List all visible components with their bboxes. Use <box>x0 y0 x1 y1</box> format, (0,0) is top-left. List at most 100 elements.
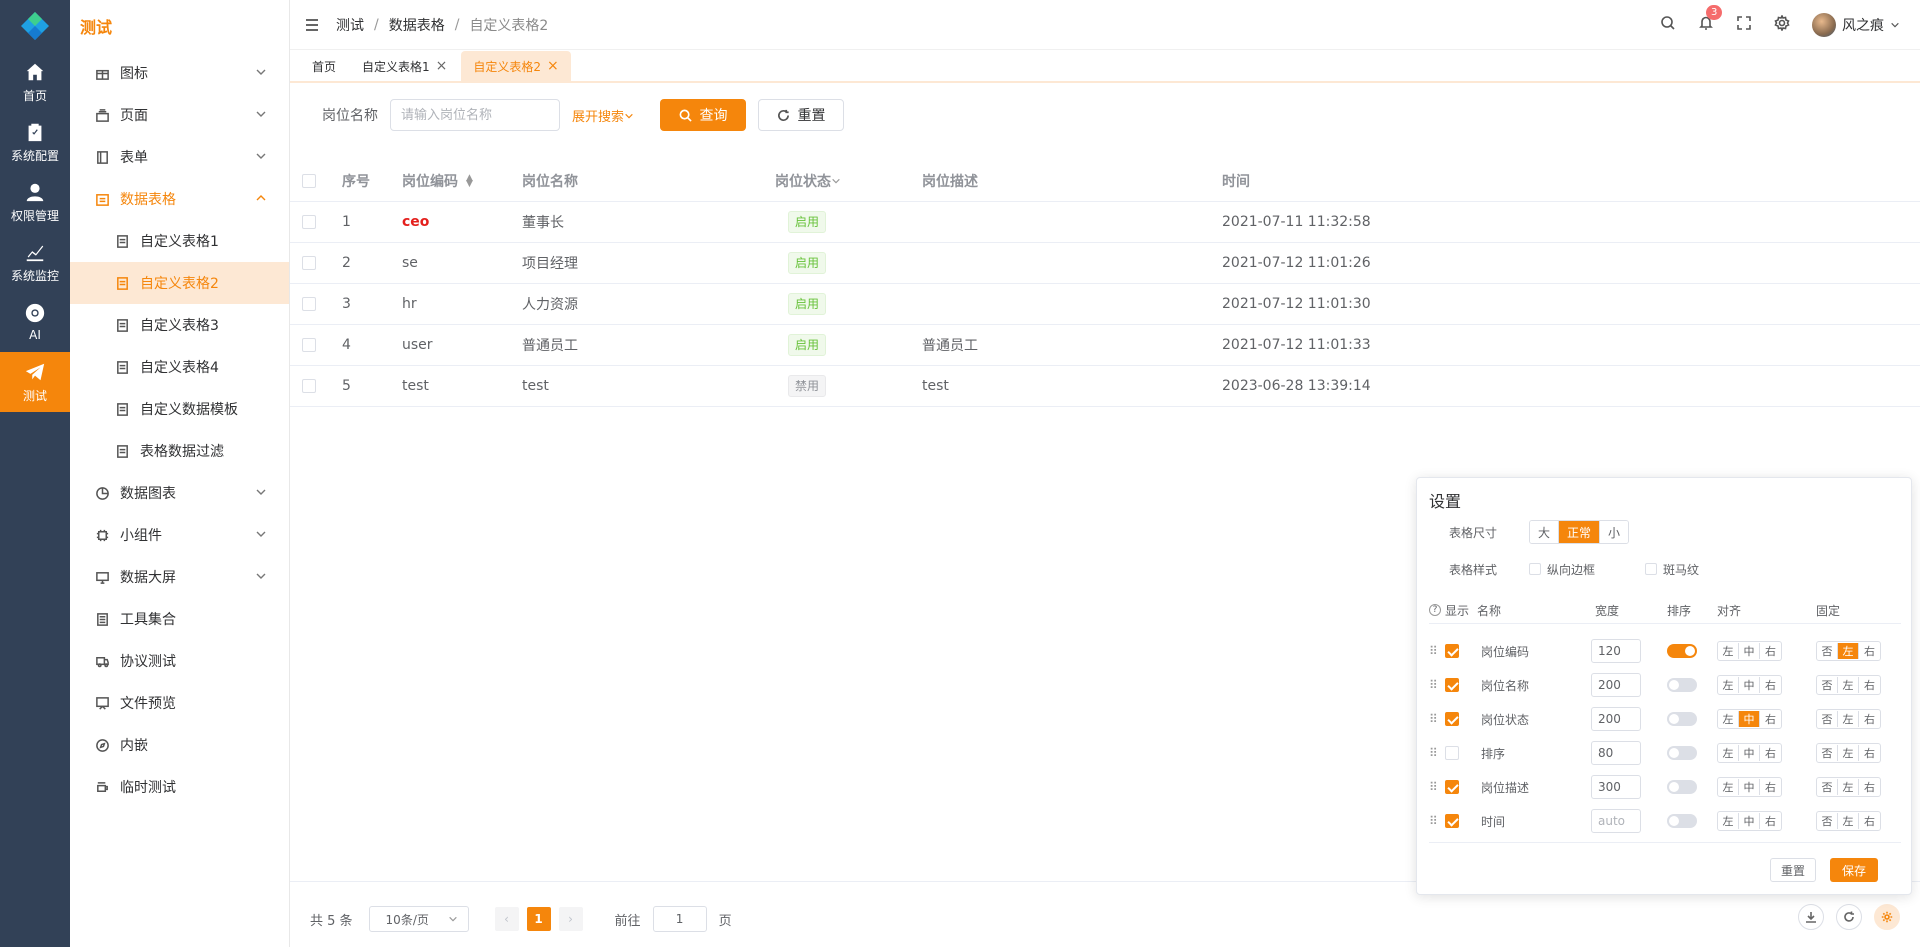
show-column-checkbox[interactable] <box>1445 678 1459 692</box>
size-option-normal[interactable]: 正常 <box>1559 521 1601 543</box>
align-right-option[interactable]: 右 <box>1760 711 1781 727</box>
align-left-option[interactable]: 左 <box>1718 677 1739 693</box>
drag-handle-icon[interactable]: ⠿ <box>1429 707 1438 731</box>
table-row[interactable]: 2 se 项目经理 启用 2021-07-12 11:01:26 <box>290 243 1920 284</box>
rail-item-system-config[interactable]: 系统配置 <box>0 112 70 172</box>
stripe-checkbox[interactable]: 斑马纹 <box>1645 561 1699 578</box>
column-width-input[interactable]: 200 <box>1591 673 1641 697</box>
close-icon[interactable]: × <box>547 59 559 73</box>
column-width-input[interactable]: 300 <box>1591 775 1641 799</box>
sort-icon[interactable]: ▲ ▼ <box>466 173 473 188</box>
gear-icon[interactable] <box>1774 14 1790 35</box>
menu-item-tools[interactable]: 工具集合 <box>70 598 289 640</box>
rail-item-permission[interactable]: 权限管理 <box>0 172 70 232</box>
align-right-option[interactable]: 右 <box>1760 779 1781 795</box>
sortable-toggle[interactable] <box>1667 814 1697 828</box>
fixed-left-option[interactable]: 左 <box>1838 745 1859 761</box>
drag-handle-icon[interactable]: ⠿ <box>1429 775 1438 799</box>
expand-search-link[interactable]: 展开搜索 <box>572 106 634 125</box>
menu-item-widgets[interactable]: 小组件 <box>70 514 289 556</box>
fixed-right-option[interactable]: 右 <box>1859 643 1880 659</box>
refresh-button[interactable] <box>1836 904 1862 930</box>
col-header-code[interactable]: 岗位编码 ▲ ▼ <box>402 160 473 201</box>
menu-item-data-screen[interactable]: 数据大屏 <box>70 556 289 598</box>
menu-item-custom-table-4[interactable]: 自定义表格4 <box>70 346 289 388</box>
download-button[interactable] <box>1798 904 1824 930</box>
table-row[interactable]: 5 test test 禁用 test 2023-06-28 13:39:14 <box>290 366 1920 407</box>
fixed-none-option[interactable]: 否 <box>1817 813 1838 829</box>
menu-item-embed[interactable]: 内嵌 <box>70 724 289 766</box>
fixed-left-option[interactable]: 左 <box>1838 677 1859 693</box>
show-column-checkbox[interactable] <box>1445 814 1459 828</box>
fixed-none-option[interactable]: 否 <box>1817 643 1838 659</box>
fixed-right-option[interactable]: 右 <box>1859 711 1880 727</box>
sortable-toggle[interactable] <box>1667 678 1697 692</box>
settings-reset-button[interactable]: 重置 <box>1770 858 1816 882</box>
sortable-toggle[interactable] <box>1667 780 1697 794</box>
query-button[interactable]: 查询 <box>660 99 747 131</box>
page-size-select[interactable]: 10条/页 <box>368 906 469 932</box>
fixed-none-option[interactable]: 否 <box>1817 745 1838 761</box>
row-checkbox[interactable] <box>302 325 316 365</box>
fixed-none-option[interactable]: 否 <box>1817 677 1838 693</box>
menu-item-custom-data-template[interactable]: 自定义数据模板 <box>70 388 289 430</box>
rail-item-test[interactable]: 测试 <box>0 352 70 412</box>
align-left-option[interactable]: 左 <box>1718 643 1739 659</box>
menu-item-data-table[interactable]: 数据表格 <box>70 178 289 220</box>
align-center-option[interactable]: 中 <box>1739 745 1760 761</box>
align-center-option[interactable]: 中 <box>1739 779 1760 795</box>
menu-item-forms[interactable]: 表单 <box>70 136 289 178</box>
search-icon[interactable] <box>1660 15 1676 35</box>
align-center-option[interactable]: 中 <box>1739 813 1760 829</box>
align-left-option[interactable]: 左 <box>1718 813 1739 829</box>
menu-item-custom-table-2[interactable]: 自定义表格2 <box>70 262 289 304</box>
column-width-input[interactable]: 80 <box>1591 741 1641 765</box>
user-menu[interactable]: 风之痕 <box>1812 13 1900 37</box>
row-checkbox[interactable] <box>302 366 316 406</box>
fixed-right-option[interactable]: 右 <box>1859 813 1880 829</box>
settings-save-button[interactable]: 保存 <box>1830 858 1878 882</box>
show-column-checkbox[interactable] <box>1445 644 1459 658</box>
column-width-input[interactable]: 120 <box>1591 639 1641 663</box>
breadcrumb-item[interactable]: 测试 <box>336 15 364 35</box>
sortable-toggle[interactable] <box>1667 712 1697 726</box>
goto-page-input[interactable] <box>652 906 707 932</box>
breadcrumb-item[interactable]: 数据表格 <box>389 15 445 35</box>
fixed-left-option[interactable]: 左 <box>1838 711 1859 727</box>
align-right-option[interactable]: 右 <box>1760 745 1781 761</box>
settings-button[interactable] <box>1874 904 1900 930</box>
fullscreen-icon[interactable] <box>1736 15 1752 35</box>
align-left-option[interactable]: 左 <box>1718 711 1739 727</box>
menu-item-table-filter[interactable]: 表格数据过滤 <box>70 430 289 472</box>
reset-button[interactable]: 重置 <box>758 99 845 131</box>
align-right-option[interactable]: 右 <box>1760 643 1781 659</box>
page-number-button[interactable]: 1 <box>526 907 551 931</box>
align-center-option[interactable]: 中 <box>1739 711 1760 727</box>
menu-item-file-preview[interactable]: 文件预览 <box>70 682 289 724</box>
tab-custom-table-1[interactable]: 自定义表格1 × <box>350 51 459 81</box>
show-column-checkbox[interactable] <box>1445 780 1459 794</box>
rail-item-monitor[interactable]: 系统监控 <box>0 232 70 292</box>
tab-custom-table-2[interactable]: 自定义表格2 × <box>461 51 571 81</box>
help-icon[interactable]: ? <box>1429 604 1441 616</box>
fixed-right-option[interactable]: 右 <box>1859 779 1880 795</box>
align-right-option[interactable]: 右 <box>1760 677 1781 693</box>
align-left-option[interactable]: 左 <box>1718 779 1739 795</box>
row-checkbox[interactable] <box>302 243 316 283</box>
sortable-toggle[interactable] <box>1667 644 1697 658</box>
fixed-right-option[interactable]: 右 <box>1859 745 1880 761</box>
fixed-right-option[interactable]: 右 <box>1859 677 1880 693</box>
drag-handle-icon[interactable]: ⠿ <box>1429 673 1438 697</box>
select-all-checkbox[interactable] <box>302 160 316 201</box>
fixed-left-option[interactable]: 左 <box>1838 643 1859 659</box>
row-checkbox[interactable] <box>302 284 316 324</box>
menu-item-protocol-test[interactable]: 协议测试 <box>70 640 289 682</box>
sortable-toggle[interactable] <box>1667 746 1697 760</box>
row-checkbox[interactable] <box>302 202 316 242</box>
menu-item-custom-table-1[interactable]: 自定义表格1 <box>70 220 289 262</box>
next-page-button[interactable]: › <box>558 907 583 931</box>
rail-item-home[interactable]: 首页 <box>0 52 70 112</box>
align-center-option[interactable]: 中 <box>1739 643 1760 659</box>
column-width-input[interactable]: auto <box>1591 809 1641 833</box>
align-right-option[interactable]: 右 <box>1760 813 1781 829</box>
